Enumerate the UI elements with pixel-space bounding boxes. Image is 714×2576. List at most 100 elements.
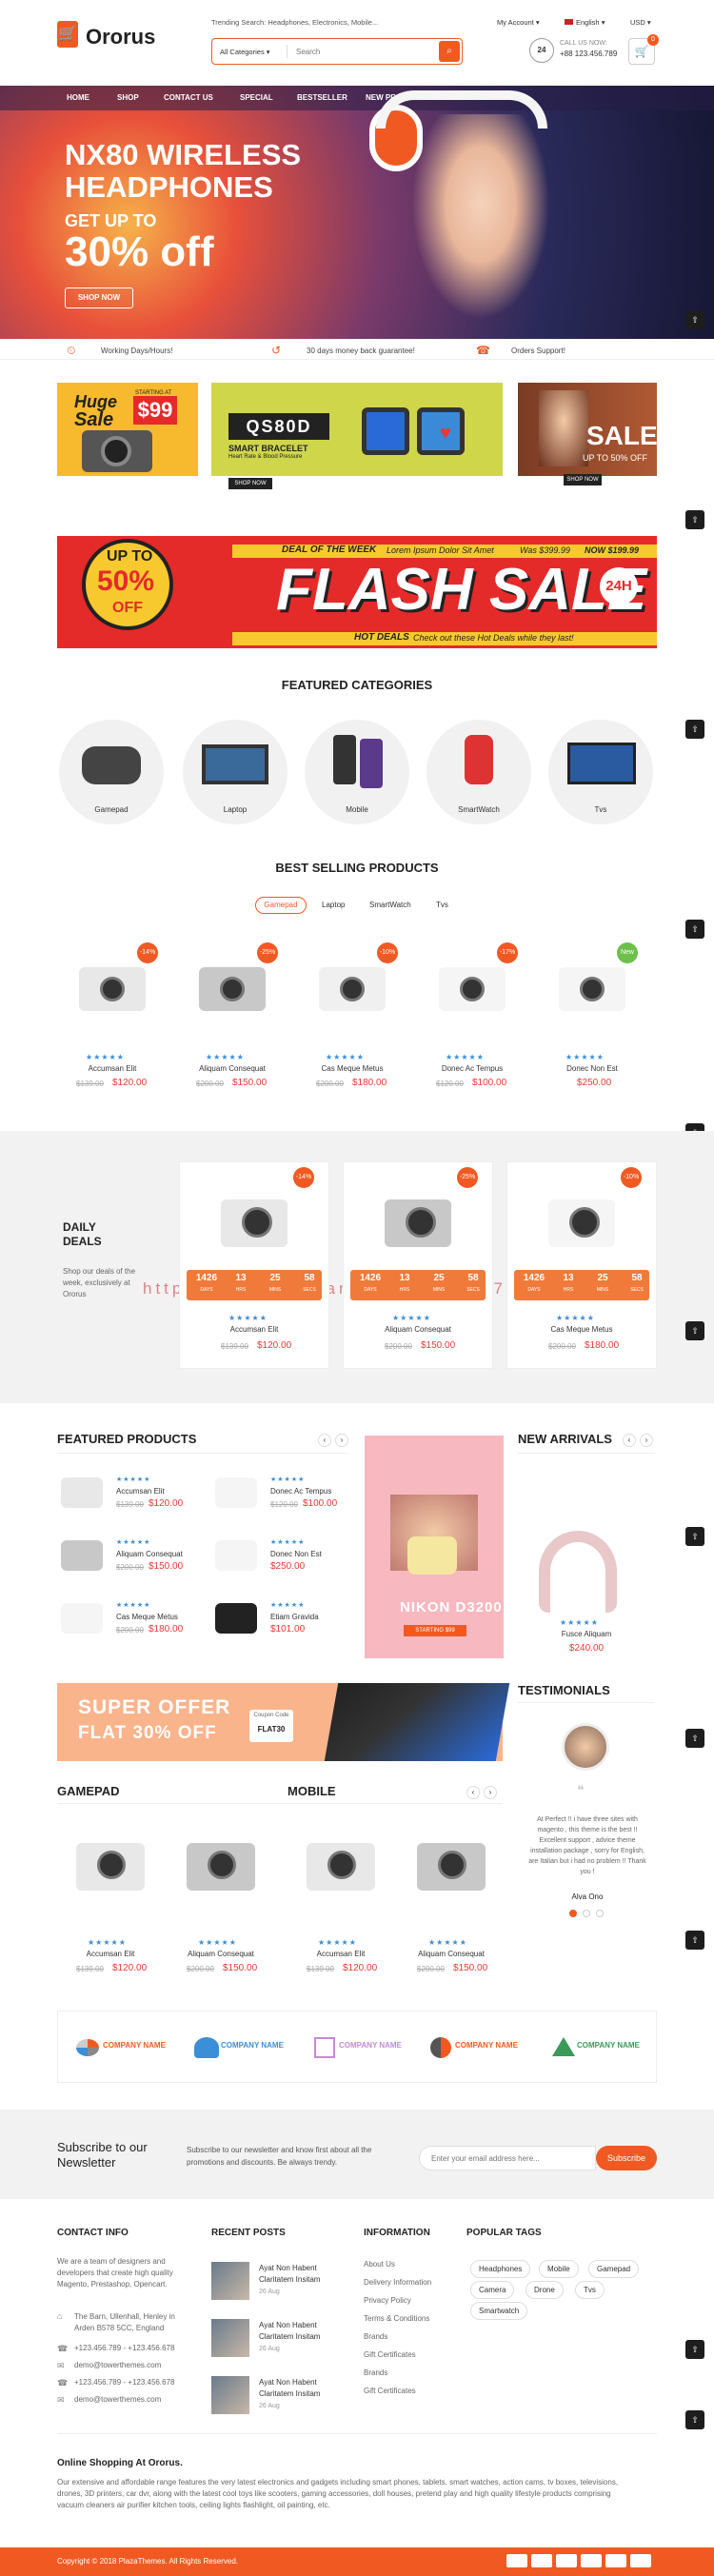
sale-shop-now-button[interactable]: SHOP NOW (564, 474, 602, 485)
product-name[interactable]: Donec Non Est (537, 1064, 647, 1073)
contact-email-1[interactable]: demo@towerthemes.com (74, 2361, 161, 2369)
newsletter-email-input[interactable] (419, 2146, 596, 2170)
chevron-left-icon[interactable]: ‹ (623, 1434, 636, 1447)
chevron-right-icon[interactable]: › (335, 1434, 348, 1447)
info-link[interactable]: Brands (364, 2332, 387, 2341)
bracelet-shop-now-button[interactable]: SHOP NOW (228, 478, 272, 489)
tag-item[interactable]: Smartwatch (470, 2302, 528, 2320)
product-thumb[interactable] (61, 1603, 103, 1634)
hero-shop-now-button[interactable]: SHOP NOW (65, 287, 133, 308)
tab-tvs[interactable]: Tvs (436, 901, 448, 909)
product-name[interactable]: Accumsan Elit (57, 1950, 164, 1958)
scroll-top-icon[interactable]: ⇧ (685, 1931, 704, 1950)
search-icon[interactable]: ⌕ (439, 41, 460, 62)
scroll-top-icon[interactable]: ⇧ (685, 310, 704, 329)
product-name[interactable]: Aliquam Consequat (116, 1550, 183, 1558)
tag-item[interactable]: Camera (470, 2281, 515, 2299)
category-gamepad-label[interactable]: Gamepad (59, 805, 164, 814)
post-title-1[interactable]: Ayat Non Habent (259, 2264, 317, 2272)
product-name[interactable]: Accumsan Elit (116, 1487, 165, 1496)
nav-bestseller[interactable]: BESTSELLER (297, 93, 347, 102)
product-name[interactable]: Donec Ac Tempus (417, 1064, 527, 1073)
post-title-2[interactable]: Claritatem Insitam (259, 2332, 320, 2341)
scroll-top-icon[interactable]: ⇧ (685, 1729, 704, 1748)
product-name[interactable]: Aliquam Consequat (177, 1064, 288, 1073)
post-title-2[interactable]: Claritatem Insitam (259, 2275, 320, 2284)
tab-smartwatch[interactable]: SmartWatch (369, 901, 411, 909)
partner-name-5[interactable]: COMPANY NAME (577, 2041, 640, 2050)
product-thumb[interactable] (61, 1477, 103, 1508)
product-name[interactable]: Aliquam Consequat (168, 1950, 274, 1958)
product-name[interactable]: Cas Meque Metus (506, 1325, 657, 1334)
info-link[interactable]: Terms & Conditions (364, 2314, 429, 2323)
chevron-left-icon[interactable]: ‹ (318, 1434, 331, 1447)
new-arrival-name[interactable]: Fusce Aliquam (518, 1630, 655, 1638)
product-name[interactable]: Accumsan Elit (288, 1950, 394, 1958)
info-link[interactable]: Privacy Policy (364, 2296, 411, 2305)
product-name[interactable]: Donec Non Est (270, 1550, 322, 1558)
nav-contact[interactable]: CONTACT US (164, 93, 213, 102)
info-link[interactable]: Gift Certificates (364, 2350, 416, 2359)
product-thumb[interactable] (215, 1603, 257, 1634)
post-thumbnail[interactable] (211, 2319, 249, 2357)
post-title-1[interactable]: Ayat Non Habent (259, 2378, 317, 2387)
post-thumbnail[interactable] (211, 2376, 249, 2414)
deal-card[interactable] (343, 1161, 493, 1369)
post-thumbnail[interactable] (211, 2262, 249, 2300)
tab-laptop[interactable]: Laptop (322, 901, 345, 909)
chevron-right-icon[interactable]: › (484, 1786, 497, 1799)
partner-name-2[interactable]: COMPANY NAME (221, 2041, 284, 2050)
my-account-link[interactable]: My Account ▾ (497, 18, 540, 27)
product-name[interactable]: Accumsan Elit (57, 1064, 168, 1073)
scroll-top-icon[interactable]: ⇧ (685, 720, 704, 739)
logo[interactable]: Ororus (86, 25, 155, 50)
scroll-top-icon[interactable]: ⇧ (685, 920, 704, 939)
product-name[interactable]: Cas Meque Metus (116, 1613, 178, 1621)
deal-card[interactable] (506, 1161, 657, 1369)
carousel-dot[interactable] (596, 1910, 604, 1917)
tag-item[interactable]: Mobile (539, 2260, 579, 2278)
contact-email-2[interactable]: demo@towerthemes.com (74, 2395, 161, 2404)
product-name[interactable]: Aliquam Consequat (343, 1325, 493, 1334)
partner-name-1[interactable]: COMPANY NAME (103, 2041, 166, 2050)
product-thumb[interactable] (61, 1540, 103, 1571)
chevron-left-icon[interactable]: ‹ (466, 1786, 480, 1799)
partner-name-3[interactable]: COMPANY NAME (339, 2041, 402, 2050)
tag-item[interactable]: Gamepad (588, 2260, 640, 2278)
product-thumb[interactable] (215, 1477, 257, 1508)
language-select[interactable]: English ▾ (565, 18, 605, 27)
product-name[interactable]: Etiam Gravida (270, 1613, 319, 1621)
scroll-top-icon[interactable]: ⇧ (685, 2410, 704, 2429)
post-title-1[interactable]: Ayat Non Habent (259, 2321, 317, 2329)
nav-shop[interactable]: SHOP (117, 93, 139, 102)
headphone-pink-image[interactable] (539, 1531, 617, 1613)
scroll-top-icon[interactable]: ⇧ (685, 1321, 704, 1340)
category-select[interactable]: All Categories ▾ (220, 48, 270, 56)
category-smartwatch-label[interactable]: SmartWatch (426, 805, 531, 814)
info-link[interactable]: Brands (364, 2368, 387, 2377)
nav-special[interactable]: SPECIAL (240, 93, 273, 102)
scroll-top-icon[interactable]: ⇧ (685, 1527, 704, 1546)
info-link[interactable]: Delivery Information (364, 2278, 431, 2287)
subscribe-button[interactable]: Subscribe (596, 2146, 657, 2170)
logo-cart-icon[interactable]: 🛒 (57, 21, 78, 48)
product-name[interactable]: Accumsan Elit (179, 1325, 329, 1334)
category-tvs-label[interactable]: Tvs (548, 805, 653, 814)
info-link[interactable]: About Us (364, 2260, 395, 2269)
deal-card[interactable] (179, 1161, 329, 1369)
info-link[interactable]: Gift Certificates (364, 2387, 416, 2395)
tab-gamepad[interactable]: Gamepad (255, 897, 307, 914)
currency-select[interactable]: USD ▾ (630, 18, 651, 27)
tag-item[interactable]: Drone (526, 2281, 564, 2299)
product-thumb[interactable] (215, 1540, 257, 1571)
carousel-dot[interactable] (583, 1910, 590, 1917)
product-name[interactable]: Donec Ac Tempus (270, 1487, 331, 1496)
category-mobile-label[interactable]: Mobile (305, 805, 409, 814)
post-title-2[interactable]: Claritatem Insitam (259, 2389, 320, 2398)
tag-item[interactable]: Tvs (575, 2281, 605, 2299)
scroll-top-icon[interactable]: ⇧ (685, 2340, 704, 2359)
product-name[interactable]: Cas Meque Metus (297, 1064, 407, 1073)
carousel-dot-active[interactable] (569, 1910, 577, 1917)
tag-item[interactable]: Headphones (470, 2260, 531, 2278)
scroll-top-icon[interactable]: ⇧ (685, 510, 704, 529)
